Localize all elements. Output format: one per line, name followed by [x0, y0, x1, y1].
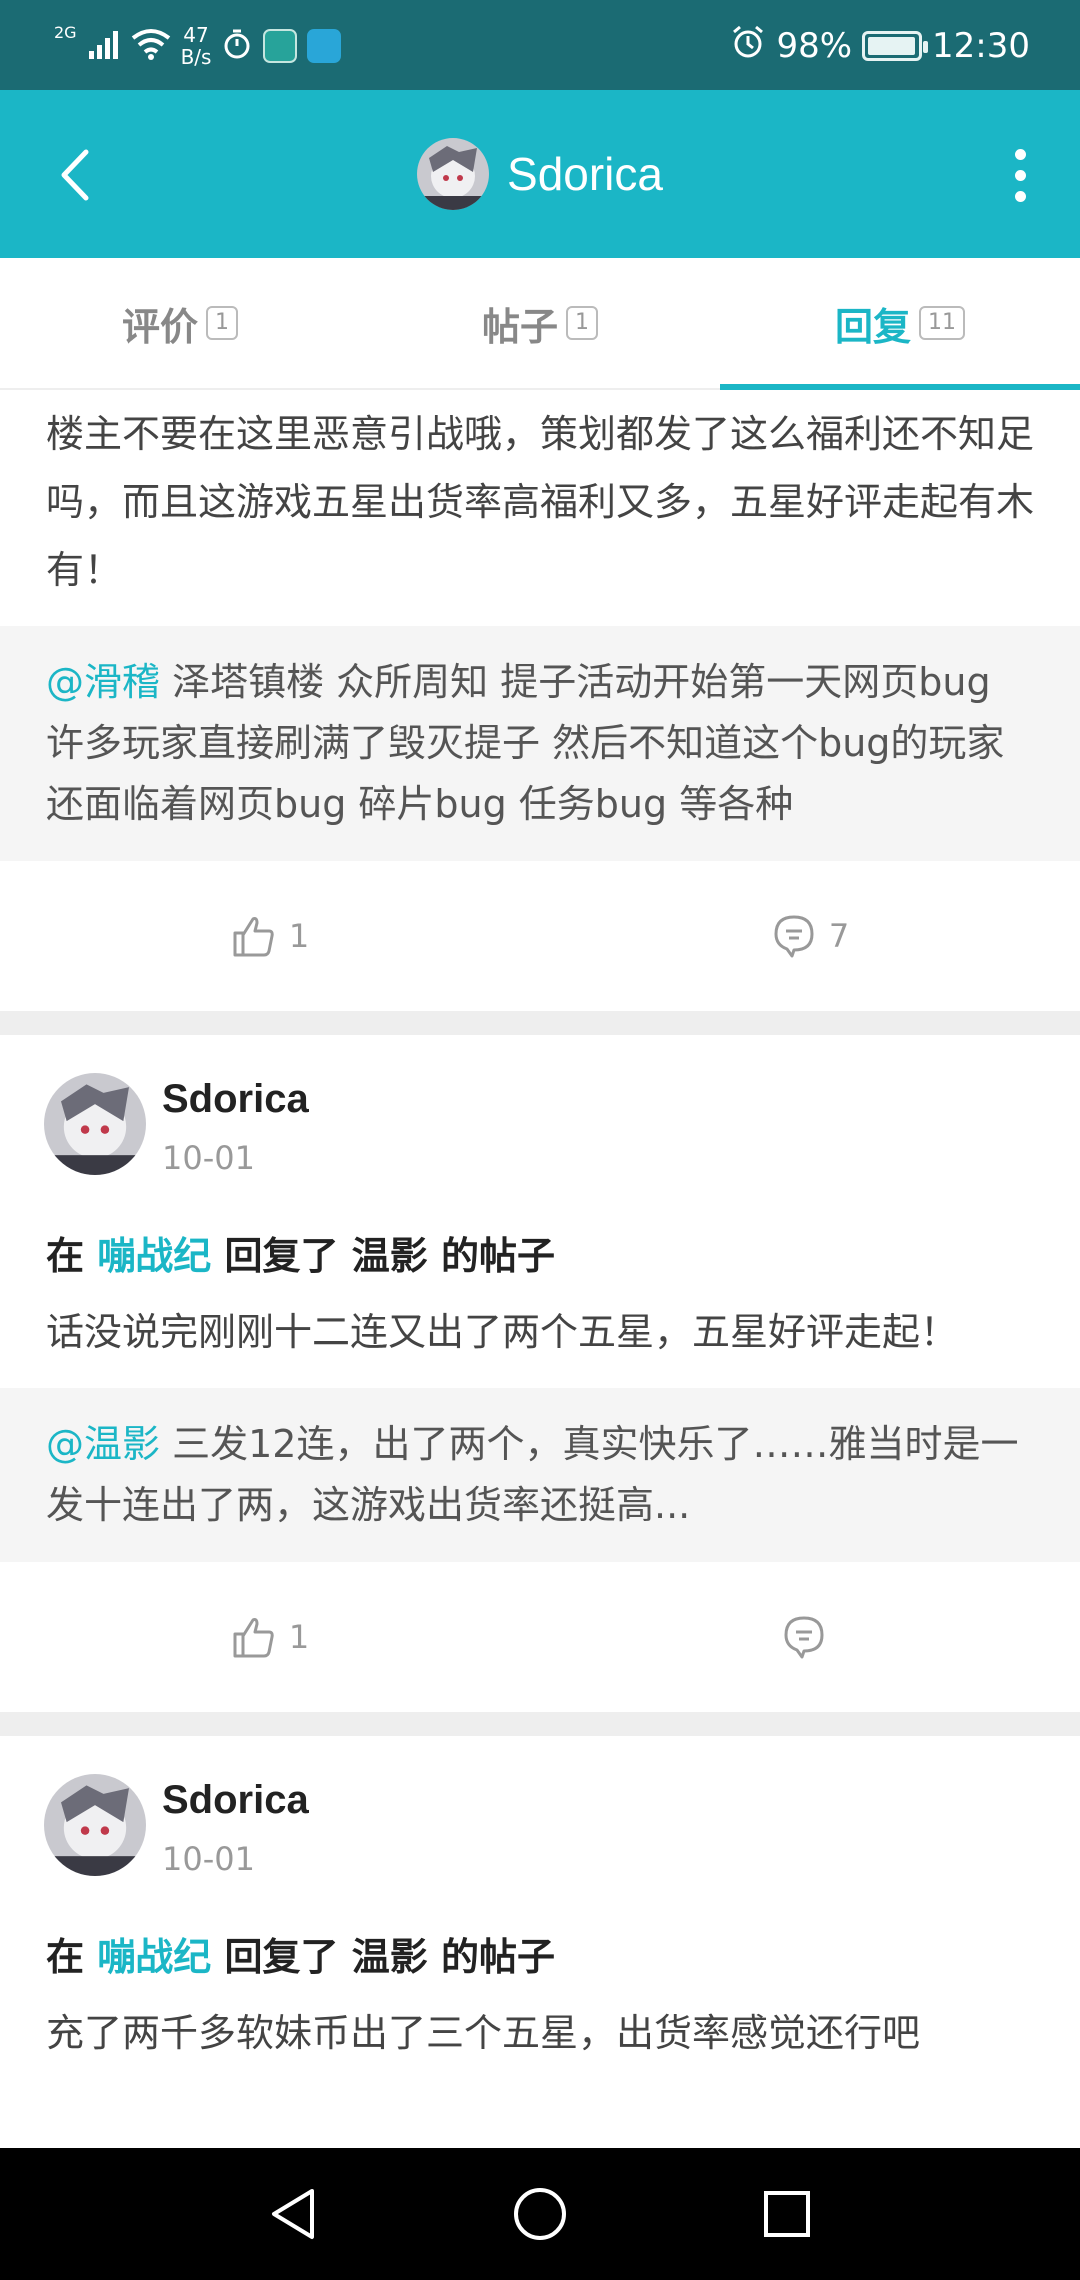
thumbs-up-icon — [233, 1618, 274, 1658]
wifi-icon — [131, 28, 171, 64]
status-bar: 2G 47 B/s 98% 12:30 — [0, 0, 1080, 90]
more-options-button[interactable] — [990, 140, 1050, 210]
comment-bubble-icon — [784, 1616, 824, 1659]
like-button[interactable]: 1 — [0, 1614, 540, 1660]
battery-icon — [862, 31, 929, 61]
comment-count: 7 — [828, 917, 850, 955]
mention-link[interactable]: @滑稽 — [46, 660, 160, 704]
tab-replies[interactable]: 回复 11 — [720, 258, 1080, 390]
profile-title: Sdorica — [0, 136, 1080, 212]
nav-recents-icon — [763, 2191, 810, 2237]
reply-body: 话没说完刚刚十二连又出了两个五星，五星好评走起！ — [46, 1310, 959, 1354]
battery-percent: 98% — [776, 26, 853, 66]
tab-label: 帖子 — [481, 304, 558, 349]
reply-context: 在 嘣战纪 回复了 温影 的帖子 — [0, 1203, 1080, 1280]
net-speed-unit: B/s — [180, 45, 212, 69]
like-button[interactable]: 1 — [0, 913, 540, 959]
username[interactable]: Sdorica — [162, 1077, 309, 1122]
card-separator — [0, 1712, 1080, 1736]
system-nav-bar — [0, 2148, 1080, 2280]
alarm-icon — [730, 24, 766, 69]
card-separator — [0, 1011, 1080, 1035]
post-date: 10-01 — [162, 1840, 255, 1878]
nav-home-icon — [513, 2188, 566, 2240]
app-bar: Sdorica — [0, 90, 1080, 258]
avatar[interactable] — [44, 1073, 146, 1175]
avatar[interactable] — [44, 1774, 146, 1876]
network-type-label: 2G — [54, 22, 77, 42]
tab-bar: 评价 1 帖子 1 回复 11 — [0, 258, 1080, 390]
tab-label: 回复 — [834, 304, 911, 349]
reply-body: 楼主不要在这里恶意引战哦，策划都发了这么福利还不知足吗，而且这游戏五星出货率高福… — [46, 412, 1035, 592]
tab-posts[interactable]: 帖子 1 — [360, 258, 720, 388]
card-header: Sdorica 10-01 — [0, 1035, 1080, 1203]
quoted-post[interactable]: @温影 三发12连，出了两个，真实快乐了……雅当时是一发十连出了两，这游戏出货率… — [0, 1388, 1080, 1562]
timer-icon — [221, 28, 253, 64]
context-prefix: 在 — [46, 1935, 98, 1979]
thumbs-up-icon — [233, 917, 274, 957]
reply-card[interactable]: Sdorica 10-01 在 嘣战纪 回复了 温影 的帖子 话没说完刚刚十二连… — [0, 1035, 1080, 1712]
net-speed: 47 B/s — [181, 24, 212, 68]
quote-text: 泽塔镇楼 众所周知 提子活动开始第一天网页bug 许多玩家直接刷满了毁灭提子 然… — [46, 660, 1005, 826]
like-count: 1 — [288, 917, 310, 955]
quoted-post[interactable]: @滑稽 泽塔镇楼 众所周知 提子活动开始第一天网页bug 许多玩家直接刷满了毁灭… — [0, 626, 1080, 861]
context-suffix: 回复了 温影 的帖子 — [211, 1935, 555, 1979]
comment-button[interactable]: 7 — [540, 913, 1080, 959]
mention-link[interactable]: @温影 — [46, 1422, 160, 1466]
username[interactable]: Sdorica — [162, 1778, 309, 1823]
action-bar: 1 7 — [0, 861, 1080, 1011]
post-date: 10-01 — [162, 1139, 255, 1177]
game-link[interactable]: 嘣战纪 — [97, 1234, 211, 1278]
reply-card[interactable]: 楼主不要在这里恶意引战哦，策划都发了这么福利还不知足吗，而且这游戏五星出货率高福… — [0, 390, 1080, 1011]
like-count: 1 — [288, 1618, 310, 1656]
more-vertical-icon — [1014, 148, 1026, 160]
nav-recents-button[interactable] — [747, 2174, 827, 2254]
reader-notification-icon — [307, 29, 342, 63]
cell-signal-icon — [87, 29, 121, 63]
app-notification-icon — [263, 29, 298, 63]
game-link[interactable]: 嘣战纪 — [97, 1935, 211, 1979]
reply-card[interactable]: Sdorica 10-01 在 嘣战纪 回复了 温影 的帖子 充了两千多软妹币出… — [0, 1736, 1080, 2089]
tab-label: 评价 — [121, 304, 198, 349]
quote-text: 三发12连，出了两个，真实快乐了……雅当时是一发十连出了两，这游戏出货率还挺高.… — [46, 1422, 1019, 1527]
title-avatar — [417, 138, 490, 210]
net-speed-value: 47 — [183, 23, 209, 47]
reply-context: 在 嘣战纪 回复了 温影 的帖子 — [0, 1904, 1080, 1981]
context-suffix: 回复了 温影 的帖子 — [211, 1234, 555, 1278]
reply-body: 充了两千多软妹币出了三个五星，出货率感觉还行吧 — [46, 2011, 921, 2055]
tab-reviews[interactable]: 评价 1 — [0, 258, 360, 388]
tab-count: 11 — [919, 306, 965, 340]
page-title: Sdorica — [507, 148, 663, 200]
context-prefix: 在 — [46, 1234, 98, 1278]
nav-back-button[interactable] — [253, 2174, 333, 2254]
clock: 12:30 — [932, 26, 1030, 66]
nav-back-icon — [272, 2189, 315, 2239]
card-header: Sdorica 10-01 — [0, 1736, 1080, 1904]
nav-home-button[interactable] — [500, 2174, 580, 2254]
tab-count: 1 — [566, 306, 598, 340]
comment-bubble-icon — [774, 915, 814, 958]
reply-feed[interactable]: 楼主不要在这里恶意引战哦，策划都发了这么福利还不知足吗，而且这游戏五星出货率高福… — [0, 390, 1080, 2148]
action-bar: 1 — [0, 1562, 1080, 1712]
comment-button[interactable] — [540, 1614, 1080, 1660]
tab-count: 1 — [206, 306, 238, 340]
